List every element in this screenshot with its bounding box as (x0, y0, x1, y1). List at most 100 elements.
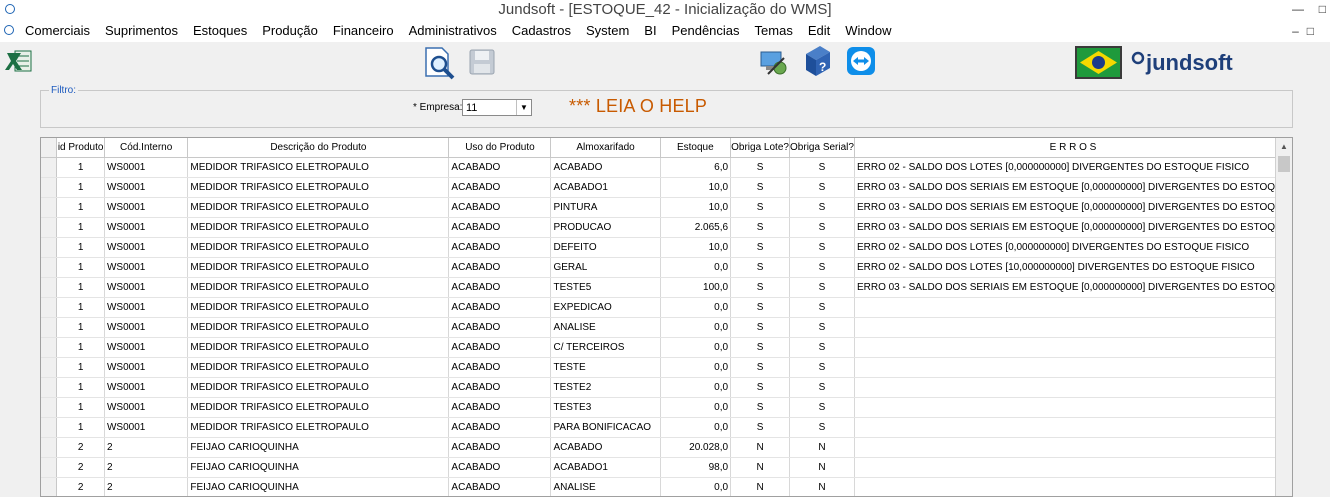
table-cell: MEDIDOR TRIFASICO ELETROPAULO (187, 317, 450, 338)
mdi-window-buttons[interactable]: –□ (1292, 24, 1322, 38)
menu-item[interactable]: Estoques (193, 23, 247, 38)
table-cell: ACABADO (448, 377, 552, 398)
row-indicator[interactable] (41, 457, 58, 478)
row-indicator[interactable] (41, 197, 58, 218)
table-cell: 6,0 (660, 157, 732, 178)
menu-item[interactable]: Produção (262, 23, 318, 38)
jundsoft-logo: jundsoft (1130, 48, 1255, 78)
table-cell: S (789, 297, 855, 318)
row-indicator[interactable] (41, 217, 58, 238)
table-row[interactable]: 1 WS0001 MEDIDOR TRIFASICO ELETROPAULO ACAB… (41, 377, 1292, 398)
table-cell: ACABADO (448, 477, 552, 496)
user-settings-icon[interactable] (758, 46, 790, 78)
table-cell (854, 377, 1292, 398)
table-row[interactable]: 1 WS0001 MEDIDOR TRIFASICO ELETROPAULO ACAB… (41, 397, 1292, 418)
table-cell: WS0001 (104, 377, 189, 398)
table-cell: S (730, 197, 791, 218)
table-row[interactable]: 1 WS0001 MEDIDOR TRIFASICO ELETROPAULO ACAB… (41, 357, 1292, 378)
mdi-child-icon[interactable] (4, 25, 14, 35)
table-cell: ACABADO (550, 437, 661, 458)
column-header[interactable]: Cód.Interno (104, 138, 189, 158)
table-cell: ACABADO (550, 157, 661, 178)
table-cell: TESTE (550, 357, 661, 378)
table-cell: WS0001 (104, 277, 189, 298)
menu-item[interactable]: Financeiro (333, 23, 394, 38)
menu-item[interactable]: System (586, 23, 629, 38)
row-indicator[interactable] (41, 437, 58, 458)
column-header[interactable]: Estoque (660, 138, 732, 158)
scroll-up-icon[interactable]: ▲ (1276, 138, 1292, 155)
table-row[interactable]: 1 WS0001 MEDIDOR TRIFASICO ELETROPAULO ACAB… (41, 237, 1292, 258)
table-cell (854, 437, 1292, 458)
column-header[interactable]: E R R O S (854, 138, 1292, 158)
table-cell: WS0001 (104, 397, 189, 418)
teamviewer-icon[interactable] (846, 46, 876, 76)
menu-item[interactable]: Temas (755, 23, 793, 38)
table-row[interactable]: 1 WS0001 MEDIDOR TRIFASICO ELETROPAULO ACAB… (41, 217, 1292, 238)
table-row[interactable]: 1 WS0001 MEDIDOR TRIFASICO ELETROPAULO ACAB… (41, 337, 1292, 358)
table-row[interactable]: 1 WS0001 MEDIDOR TRIFASICO ELETROPAULO ACAB… (41, 177, 1292, 198)
table-row[interactable]: 2 2 FEIJAO CARIOQUINHA ACABADO ACABADO1 98,0 N… (41, 457, 1292, 478)
row-indicator[interactable] (41, 277, 58, 298)
column-header[interactable]: Uso do Produto (448, 138, 552, 158)
column-header[interactable]: Obriga Serial? (789, 138, 855, 158)
chevron-down-icon[interactable]: ▼ (516, 100, 531, 115)
brazil-flag-icon[interactable] (1075, 46, 1122, 79)
table-row[interactable]: 2 2 FEIJAO CARIOQUINHA ACABADO ACABADO 20.028… (41, 437, 1292, 458)
menu-item[interactable]: Cadastros (512, 23, 571, 38)
restore-button[interactable]: □ (1319, 2, 1326, 16)
menu-item[interactable]: BI (644, 23, 656, 38)
table-cell: 10,0 (660, 237, 732, 258)
vertical-scrollbar[interactable]: ▲ (1275, 138, 1292, 496)
menu-item[interactable]: Window (845, 23, 891, 38)
menu-item[interactable]: Pendências (672, 23, 740, 38)
row-indicator[interactable] (41, 157, 58, 178)
row-indicator[interactable] (41, 377, 58, 398)
errors-grid[interactable]: id Produto Cód.Interno Descrição do Produt… (40, 137, 1293, 497)
empresa-select[interactable]: 11 ▼ (462, 99, 532, 116)
table-row[interactable]: 1 WS0001 MEDIDOR TRIFASICO ELETROPAULO ACAB… (41, 157, 1292, 178)
table-row[interactable]: 1 WS0001 MEDIDOR TRIFASICO ELETROPAULO ACAB… (41, 297, 1292, 318)
table-row[interactable]: 1 WS0001 MEDIDOR TRIFASICO ELETROPAULO ACAB… (41, 317, 1292, 338)
row-indicator[interactable] (41, 357, 58, 378)
table-row[interactable]: 1 WS0001 MEDIDOR TRIFASICO ELETROPAULO ACAB… (41, 257, 1292, 278)
table-cell: ERRO 03 - SALDO DOS SERIAIS EM ESTOQUE [… (854, 217, 1292, 238)
row-indicator[interactable] (41, 477, 58, 496)
row-indicator[interactable] (41, 297, 58, 318)
menu-item[interactable]: Administrativos (409, 23, 497, 38)
row-indicator[interactable] (41, 177, 58, 198)
table-cell: 1 (56, 277, 105, 298)
column-header[interactable]: Obriga Lote? (730, 138, 791, 158)
table-cell: MEDIDOR TRIFASICO ELETROPAULO (187, 197, 450, 218)
row-indicator[interactable] (41, 237, 58, 258)
table-cell: S (730, 257, 791, 278)
help-book-icon[interactable]: ? (800, 44, 834, 78)
save-icon[interactable] (468, 48, 496, 76)
table-cell (854, 297, 1292, 318)
table-cell: C/ TERCEIROS (550, 337, 661, 358)
row-indicator[interactable] (41, 337, 58, 358)
column-header[interactable]: id Produto (56, 138, 105, 158)
scrollbar-thumb[interactable] (1278, 156, 1290, 172)
row-indicator[interactable] (41, 257, 58, 278)
row-indicator[interactable] (41, 417, 58, 438)
table-row[interactable]: 2 2 FEIJAO CARIOQUINHA ACABADO ANALISE 0,0 N N (41, 477, 1292, 496)
excel-export-icon[interactable] (5, 47, 33, 75)
menu-item[interactable]: Suprimentos (105, 23, 178, 38)
menu-item[interactable]: Comerciais (25, 23, 90, 38)
column-header[interactable]: Almoxarifado (550, 138, 661, 158)
table-cell: S (789, 397, 855, 418)
table-row[interactable]: 1 WS0001 MEDIDOR TRIFASICO ELETROPAULO ACAB… (41, 417, 1292, 438)
row-indicator[interactable] (41, 317, 58, 338)
minimize-button[interactable]: — (1292, 2, 1304, 16)
table-row[interactable]: 1 WS0001 MEDIDOR TRIFASICO ELETROPAULO ACAB… (41, 277, 1292, 298)
table-cell: TESTE3 (550, 397, 661, 418)
table-cell: 1 (56, 217, 105, 238)
table-cell: S (789, 337, 855, 358)
table-row[interactable]: 1 WS0001 MEDIDOR TRIFASICO ELETROPAULO ACAB… (41, 197, 1292, 218)
column-header[interactable]: Descrição do Produto (187, 138, 450, 158)
menu-item[interactable]: Edit (808, 23, 830, 38)
row-indicator[interactable] (41, 397, 58, 418)
search-preview-icon[interactable] (422, 46, 456, 80)
table-cell: 2.065,6 (660, 217, 732, 238)
